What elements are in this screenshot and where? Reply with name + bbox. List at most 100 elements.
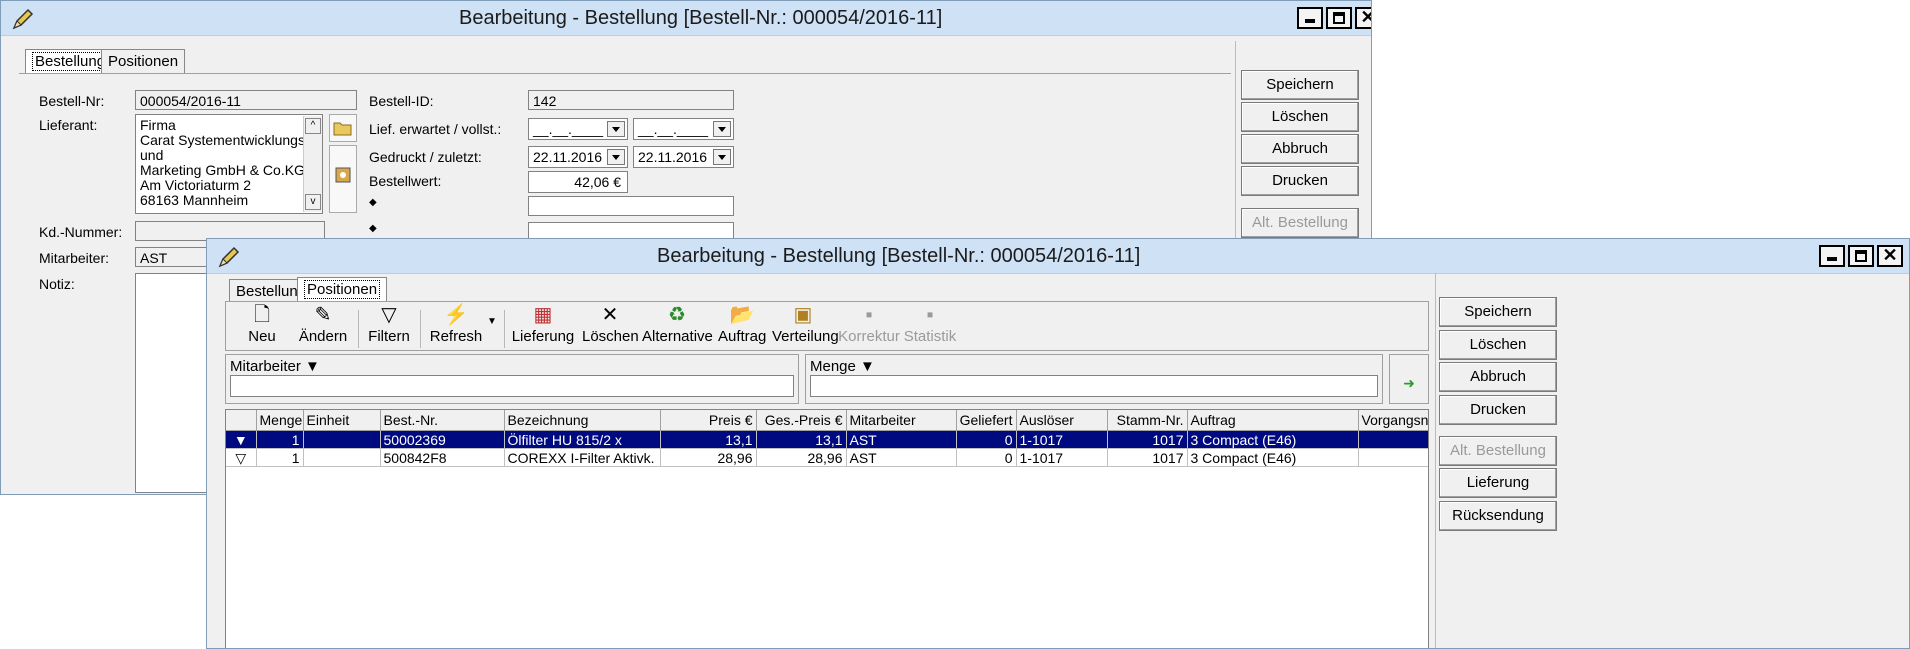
row-indicator-header bbox=[226, 410, 257, 431]
maximize-icon[interactable] bbox=[1326, 7, 1352, 29]
open-folder-icon[interactable] bbox=[329, 114, 357, 142]
lieferung-side-button[interactable]: Lieferung bbox=[1439, 468, 1557, 498]
front-window-title: Bearbeitung - Bestellung [Bestell-Nr.: 0… bbox=[657, 245, 1141, 267]
pencil-icon bbox=[218, 246, 240, 268]
cell-mitarbeiter: AST bbox=[846, 430, 957, 449]
abbruch-button[interactable]: Abbruch bbox=[1241, 134, 1359, 164]
cell-bezeichnung: Ölfilter HU 815/2 x bbox=[504, 430, 661, 449]
bestell-nr-field[interactable]: 000054/2016-11 bbox=[135, 90, 357, 110]
address-line: Firma bbox=[140, 117, 176, 133]
table-row[interactable]: ▽ 1 500842F8 COREXX I-Filter Aktivk. 28,… bbox=[226, 448, 1428, 467]
toolbar-separator bbox=[504, 310, 505, 348]
chevron-down-icon[interactable] bbox=[607, 149, 625, 165]
positions-toolbar: 🗋 Neu ✎ Ändern ▽ Filtern ⚡ Refresh ▼ ▦ Liefer… bbox=[225, 301, 1429, 351]
lieferung-button[interactable]: ▦ Lieferung bbox=[508, 302, 578, 345]
verteilung-button[interactable]: ▣ Verteilung bbox=[772, 302, 839, 345]
loeschen-button[interactable]: Löschen bbox=[1241, 102, 1359, 132]
scroll-down-icon[interactable]: v bbox=[305, 194, 321, 210]
menge-filter-label[interactable]: Menge ▼ bbox=[810, 358, 875, 375]
col-einheit[interactable]: Einheit bbox=[303, 410, 381, 431]
cell-mitarbeiter: AST bbox=[846, 448, 957, 467]
lief-vollst-date[interactable]: __.__.____ bbox=[633, 118, 734, 140]
table-row[interactable]: ▼ 1 50002369 Ölfilter HU 815/2 x 13,1 13… bbox=[226, 430, 1428, 449]
close-icon[interactable] bbox=[1355, 7, 1371, 29]
col-geliefert[interactable]: Geliefert bbox=[956, 410, 1017, 431]
bestellwert-field[interactable]: 42,06 € bbox=[528, 171, 628, 193]
speichern-button[interactable]: Speichern bbox=[1439, 297, 1557, 327]
korrektur-button[interactable]: ▪ Korrektur bbox=[838, 302, 900, 345]
pencil-icon bbox=[12, 8, 34, 30]
maximize-icon[interactable] bbox=[1848, 245, 1874, 267]
auftrag-button[interactable]: 📂 Auftrag bbox=[718, 302, 766, 345]
minimize-icon[interactable] bbox=[1297, 7, 1323, 29]
col-ges-preis[interactable]: Ges.-Preis € bbox=[756, 410, 847, 431]
neu-button[interactable]: 🗋 Neu bbox=[242, 302, 282, 345]
gedruckt-date[interactable]: 22.11.2016 bbox=[528, 146, 628, 168]
minimize-icon[interactable] bbox=[1819, 245, 1845, 267]
notiz-field[interactable] bbox=[135, 273, 215, 493]
extra-field-1[interactable] bbox=[528, 196, 734, 216]
extra-field-arrow-icon: ◆ bbox=[369, 197, 377, 208]
ruecksendung-button[interactable]: Rücksendung bbox=[1439, 501, 1557, 531]
cell-geliefert: 0 bbox=[956, 448, 1017, 467]
scroll-up-icon[interactable]: ^ bbox=[305, 118, 321, 134]
cell-einheit bbox=[303, 448, 381, 467]
col-mitarbeiter[interactable]: Mitarbeiter bbox=[846, 410, 957, 431]
delivery-icon: ▦ bbox=[533, 304, 553, 326]
extra-field-arrow-icon: ◆ bbox=[369, 223, 377, 234]
speichern-button[interactable]: Speichern bbox=[1241, 70, 1359, 100]
bestell-id-label: Bestell-ID: bbox=[369, 93, 434, 109]
col-bezeichnung[interactable]: Bezeichnung bbox=[504, 410, 661, 431]
refresh-dropdown-chevron-down-icon[interactable]: ▼ bbox=[486, 316, 498, 327]
drucken-button[interactable]: Drucken bbox=[1439, 395, 1557, 425]
drucken-button[interactable]: Drucken bbox=[1241, 166, 1359, 196]
lieferant-scrollbar[interactable]: ^ v bbox=[303, 116, 322, 212]
zuletzt-date[interactable]: 22.11.2016 bbox=[633, 146, 734, 168]
lief-erwartet-date[interactable]: __.__.____ bbox=[528, 118, 628, 140]
statistik-button[interactable]: ▪ Statistik bbox=[902, 302, 958, 345]
close-icon[interactable] bbox=[1877, 245, 1903, 267]
filtern-button[interactable]: ▽ Filtern bbox=[366, 302, 412, 345]
alternative-button[interactable]: ♻ Alternative bbox=[642, 302, 713, 345]
front-window-controls bbox=[1819, 245, 1903, 267]
loeschen-button[interactable]: Löschen bbox=[1439, 330, 1557, 360]
mitarbeiter-filter-label[interactable]: Mitarbeiter ▼ bbox=[230, 358, 320, 375]
address-line: Carat Systementwicklungs- bbox=[140, 132, 310, 148]
front-window: Bearbeitung - Bestellung [Bestell-Nr.: 0… bbox=[206, 238, 1910, 649]
col-best-nr[interactable]: Best.-Nr. bbox=[380, 410, 505, 431]
apply-filter-arrow-icon[interactable]: ➜ bbox=[1389, 354, 1429, 404]
mitarbeiter-field[interactable]: AST bbox=[135, 247, 215, 267]
col-vorgangsnr[interactable]: Vorgangsnr bbox=[1358, 410, 1428, 431]
alt-bestellung-button[interactable]: Alt. Bestellung bbox=[1439, 436, 1557, 466]
chevron-down-icon[interactable] bbox=[713, 149, 731, 165]
bestell-id-field[interactable]: 142 bbox=[528, 90, 734, 110]
back-window-controls bbox=[1297, 7, 1371, 29]
bucket-icon: ▼ bbox=[226, 430, 257, 449]
chevron-down-icon[interactable] bbox=[607, 121, 625, 137]
aendern-button[interactable]: ✎ Ändern bbox=[298, 302, 348, 345]
bestell-nr-label: Bestell-Nr: bbox=[39, 93, 105, 109]
refresh-button[interactable]: ⚡ Refresh bbox=[426, 302, 486, 345]
menge-filter-input[interactable] bbox=[810, 375, 1378, 397]
tab-positionen[interactable]: Positionen bbox=[101, 49, 186, 73]
lieferant-address[interactable]: Firma Carat Systementwicklungs- und Mark… bbox=[135, 114, 323, 214]
loeschen-toolbar-button[interactable]: ✕ Löschen bbox=[582, 302, 639, 345]
alt-bestellung-button[interactable]: Alt. Bestellung bbox=[1241, 208, 1359, 238]
address-line: und bbox=[140, 147, 164, 163]
address-book-icon[interactable] bbox=[329, 145, 357, 213]
cell-best-nr: 50002369 bbox=[380, 430, 505, 449]
front-titlebar: Bearbeitung - Bestellung [Bestell-Nr.: 0… bbox=[207, 239, 1909, 274]
bucket-icon: ▽ bbox=[226, 448, 257, 467]
col-auftrag[interactable]: Auftrag bbox=[1187, 410, 1359, 431]
col-menge[interactable]: Menge bbox=[256, 410, 304, 431]
col-stamm-nr[interactable]: Stamm-Nr. bbox=[1107, 410, 1188, 431]
col-preis[interactable]: Preis € bbox=[660, 410, 757, 431]
col-ausloeser[interactable]: Auslöser bbox=[1016, 410, 1108, 431]
cell-geliefert: 0 bbox=[956, 430, 1017, 449]
table-header: Menge Einheit Best.-Nr. Bezeichnung Prei… bbox=[226, 410, 1428, 431]
mitarbeiter-filter-input[interactable] bbox=[230, 375, 794, 397]
abbruch-button[interactable]: Abbruch bbox=[1439, 362, 1557, 392]
cell-menge: 1 bbox=[256, 448, 304, 467]
tab-positionen[interactable]: Positionen bbox=[297, 277, 388, 303]
chevron-down-icon[interactable] bbox=[713, 121, 731, 137]
